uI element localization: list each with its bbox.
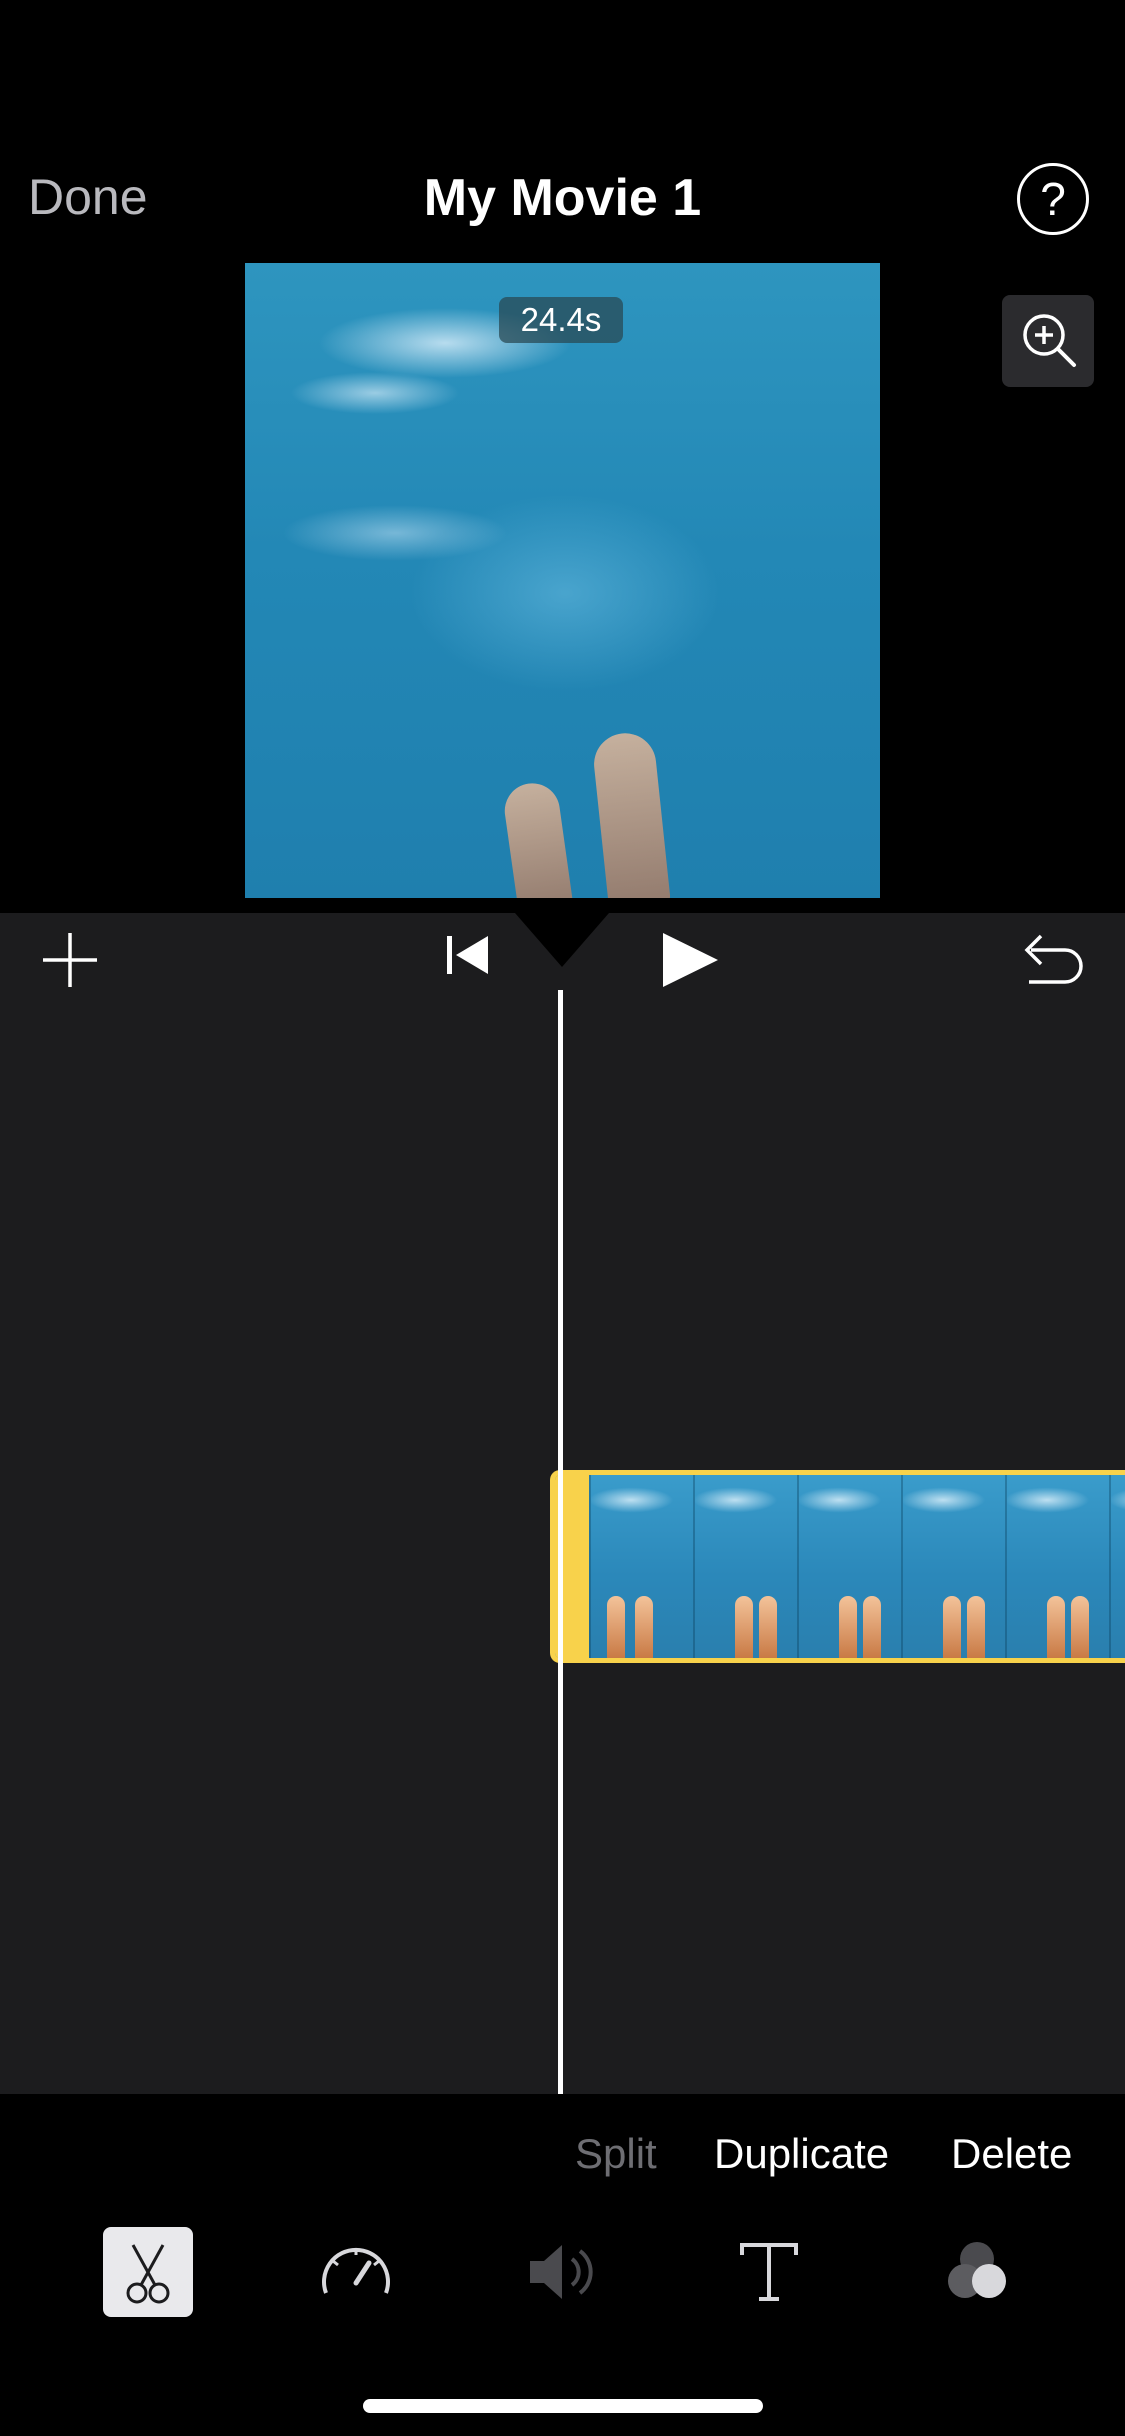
video-clip[interactable]: [550, 1470, 1125, 1663]
question-mark-icon: ?: [1040, 173, 1066, 225]
speed-tool-button[interactable]: [311, 2227, 401, 2317]
movie-title: My Movie 1: [423, 169, 702, 227]
video-preview[interactable]: [245, 263, 880, 898]
add-media-button[interactable]: [40, 930, 100, 990]
scissors-icon: [126, 2244, 170, 2304]
skip-to-start-icon: [447, 936, 488, 974]
filters-icon: [948, 2242, 1006, 2298]
duplicate-button[interactable]: Duplicate: [714, 2130, 889, 2178]
text-icon: [740, 2243, 798, 2301]
split-button[interactable]: Split: [575, 2130, 657, 2178]
skip-to-start-button[interactable]: [444, 930, 492, 980]
plus-icon: [43, 933, 97, 987]
clip-thumbnail: [1005, 1475, 1109, 1658]
playhead[interactable]: [558, 990, 563, 2094]
volume-icon: [530, 2245, 593, 2299]
undo-icon: [1024, 934, 1083, 984]
text-tool-button[interactable]: [724, 2227, 814, 2317]
speed-icon: [322, 2247, 390, 2294]
clip-thumbnail: [1109, 1475, 1125, 1658]
preview-leg-left: [501, 779, 574, 898]
preview-leg-right: [591, 730, 671, 898]
volume-tool-button[interactable]: [518, 2227, 608, 2317]
clip-thumbnail: [797, 1475, 901, 1658]
help-button[interactable]: ?: [1017, 163, 1089, 235]
delete-button[interactable]: Delete: [951, 2130, 1072, 2178]
undo-button[interactable]: [1017, 930, 1087, 990]
zoom-button[interactable]: [1002, 295, 1094, 387]
clip-thumbnail: [901, 1475, 1005, 1658]
zoom-in-icon: [1023, 314, 1076, 367]
duration-badge: 24.4s: [499, 297, 623, 343]
clip-thumbnail: [693, 1475, 797, 1658]
playhead-marker: [515, 913, 609, 967]
play-icon: [663, 933, 718, 987]
home-indicator[interactable]: [363, 2399, 763, 2413]
filters-tool-button[interactable]: [932, 2227, 1022, 2317]
play-button[interactable]: [660, 930, 720, 990]
clip-thumbnail: [589, 1475, 693, 1658]
cut-tool-button[interactable]: [103, 2227, 193, 2317]
